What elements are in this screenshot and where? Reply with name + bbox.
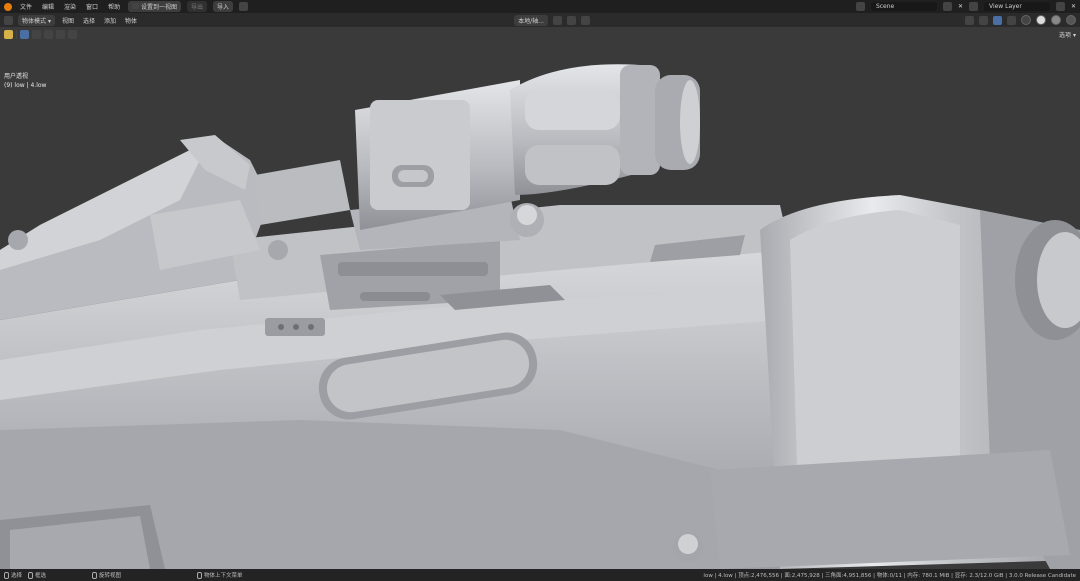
status-rotate: 旋转视图 xyxy=(92,571,121,579)
tool-row: 选项 ▾ xyxy=(0,27,1080,41)
mouse-left-drag-icon xyxy=(28,571,34,579)
select-invert-icon[interactable] xyxy=(56,29,65,39)
workspace-tab-label: 设置到一视图 xyxy=(141,4,178,11)
view-layer-field[interactable]: View Layer xyxy=(983,2,1050,11)
mode-selector[interactable]: 物体模式 ▾ xyxy=(18,14,55,26)
scene-stats: low | 4.low | 顶点:2,476,556 | 面:2,475,928… xyxy=(703,573,1076,579)
menu-render[interactable]: 渲染 xyxy=(62,1,78,12)
scene-name: Scene xyxy=(875,3,895,10)
options-button[interactable]: 选项 ▾ xyxy=(1059,30,1076,39)
chevron-down-icon: ▾ xyxy=(47,17,51,25)
solid-shading-icon[interactable] xyxy=(1036,15,1047,25)
menu-file[interactable]: 文件 xyxy=(18,1,34,12)
close-scene-icon[interactable]: ✕ xyxy=(958,3,963,10)
rendered-shading-icon[interactable] xyxy=(1066,15,1077,25)
menu-select[interactable]: 选择 xyxy=(81,15,97,26)
wireframe-shading-icon[interactable] xyxy=(1021,15,1032,25)
status-box-label: 框选 xyxy=(35,573,47,579)
mode-label: 物体模式 xyxy=(22,17,47,25)
select-subtract-icon[interactable] xyxy=(44,29,53,39)
status-context: 物体上下文菜单 xyxy=(197,571,243,579)
viewport-info: 用户透视 (9) low | 4.low xyxy=(4,72,46,90)
copy-scene-icon[interactable] xyxy=(942,2,952,11)
workspace-tab[interactable]: 设置到一视图 xyxy=(128,1,182,12)
mouse-left-icon xyxy=(4,571,9,579)
select-new-icon[interactable] xyxy=(20,29,29,39)
blender-logo-icon[interactable] xyxy=(4,2,12,11)
top-bar: 文件 编辑 渲染 窗口 帮助 设置到一视图 导出 导入 Scene ✕ View… xyxy=(0,0,1080,13)
viewport-header: 物体模式 ▾ 视图 选择 添加 物体 本地/轴... xyxy=(0,13,1080,27)
status-select: 选择 xyxy=(4,571,22,579)
scene-icon[interactable] xyxy=(855,2,865,11)
transform-orientation[interactable]: 本地/轴... xyxy=(514,14,548,26)
mouse-middle-icon xyxy=(92,571,98,579)
pivot-icon[interactable] xyxy=(552,15,562,25)
status-box: 框选 xyxy=(28,571,46,579)
collection-info: (9) low | 4.low xyxy=(4,82,47,89)
proportional-edit-icon[interactable] xyxy=(580,15,590,25)
transform-label: 本地/轴... xyxy=(518,17,544,25)
view-layer-icon[interactable] xyxy=(968,2,978,11)
snap-icon[interactable] xyxy=(566,15,576,25)
export-button[interactable]: 导出 xyxy=(187,1,208,12)
menu-view[interactable]: 视图 xyxy=(60,15,76,26)
editor-type-icon[interactable] xyxy=(4,15,13,25)
copy-view-layer-icon[interactable] xyxy=(1055,2,1065,11)
status-select-label: 选择 xyxy=(11,573,23,579)
material-shading-icon[interactable] xyxy=(1051,15,1062,25)
overlay-icon[interactable] xyxy=(993,15,1003,25)
rifle-model-render xyxy=(0,27,1080,569)
gizmo-icon[interactable] xyxy=(979,15,989,25)
view-name: 用户透视 xyxy=(4,73,29,80)
status-bar: 选择 框选 旋转视图 物体上下文菜单 low | 4.low | 顶点:2,47… xyxy=(0,569,1080,581)
view-layer-name: View Layer xyxy=(988,3,1022,10)
status-rotate-label: 旋转视图 xyxy=(99,573,122,579)
scene-field[interactable]: Scene xyxy=(870,2,937,11)
select-extend-icon[interactable] xyxy=(32,29,41,39)
mouse-right-icon xyxy=(197,571,203,579)
import-button-label: 导入 xyxy=(217,4,230,11)
select-intersect-icon[interactable] xyxy=(68,29,77,39)
import-button[interactable]: 导入 xyxy=(213,1,234,12)
menu-add[interactable]: 添加 xyxy=(102,15,118,26)
close-view-layer-icon[interactable]: ✕ xyxy=(1071,3,1076,10)
menu-edit[interactable]: 编辑 xyxy=(40,1,56,12)
menu-help[interactable]: 帮助 xyxy=(106,1,122,12)
options-label: 选项 xyxy=(1059,31,1072,39)
menu-window[interactable]: 窗口 xyxy=(84,1,100,12)
visibility-icon[interactable] xyxy=(965,15,975,25)
view-icon xyxy=(132,3,140,9)
chevron-down-icon: ▾ xyxy=(1072,31,1076,39)
menu-object[interactable]: 物体 xyxy=(123,15,139,26)
workspace-icon[interactable] xyxy=(239,2,249,11)
select-tool-icon[interactable] xyxy=(4,29,13,39)
status-context-label: 物体上下文菜单 xyxy=(204,573,243,579)
xray-icon[interactable] xyxy=(1007,15,1017,25)
3d-viewport[interactable]: 用户透视 (9) low | 4.low xyxy=(0,27,1080,569)
